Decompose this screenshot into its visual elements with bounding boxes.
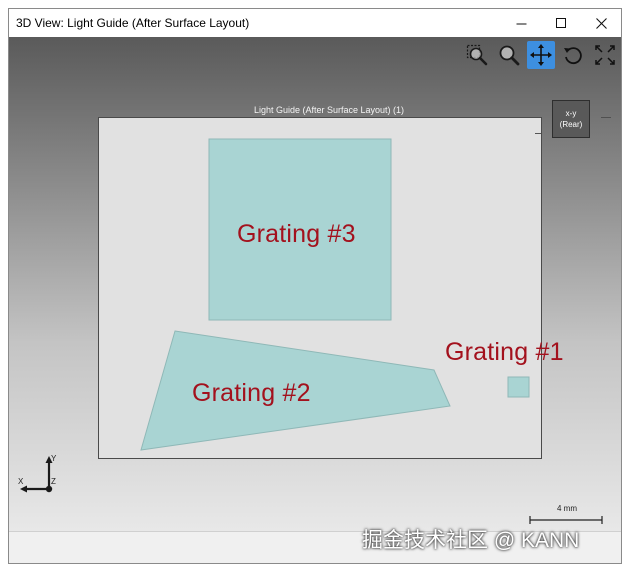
grating-3-label: Grating #3 <box>237 220 356 248</box>
title-bar[interactable]: 3D View: Light Guide (After Surface Layo… <box>9 9 621 37</box>
grating-shapes <box>140 138 530 451</box>
x-axis-label: X <box>18 477 24 486</box>
grating-2-label: Grating #2 <box>192 379 311 407</box>
close-icon <box>595 17 607 29</box>
maximize-icon <box>555 17 566 28</box>
watermark-text: 掘金技术社区 @ KANN <box>362 529 580 552</box>
y-axis-label: Y <box>51 454 57 463</box>
window-title: 3D View: Light Guide (After Surface Layo… <box>16 16 250 30</box>
app-window: 3D View: Light Guide (After Surface Layo… <box>8 8 622 564</box>
minimize-button[interactable] <box>501 9 541 37</box>
z-axis-label: Z <box>51 477 56 486</box>
close-button[interactable] <box>581 9 621 37</box>
scale-bar-label: 4 mm <box>557 504 577 513</box>
3d-viewport[interactable]: Light Guide (After Surface Layout) (1) x… <box>9 37 621 531</box>
grating-1-label: Grating #1 <box>445 338 564 366</box>
minimize-icon <box>516 23 526 24</box>
grating-1-shape[interactable] <box>507 376 530 398</box>
axis-triad-icon <box>20 456 53 493</box>
maximize-button[interactable] <box>541 9 581 37</box>
